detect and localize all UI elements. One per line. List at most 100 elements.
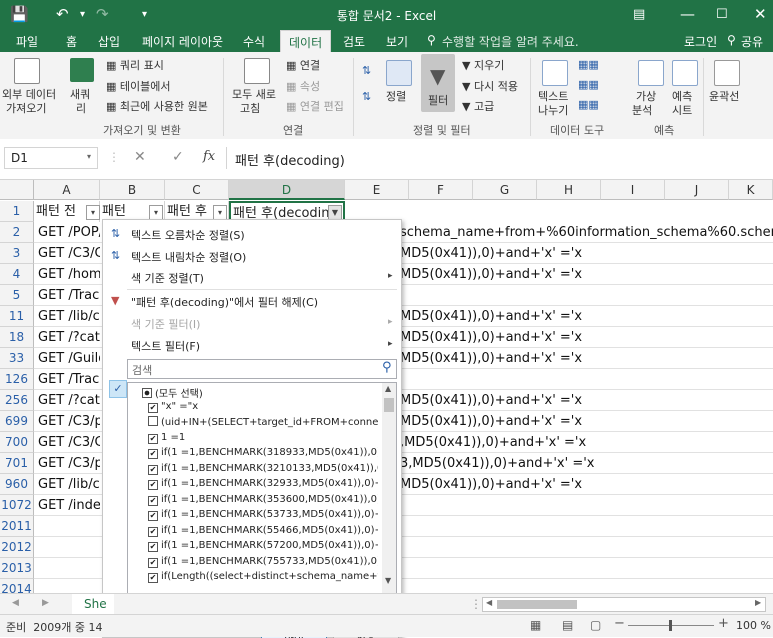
cell-a[interactable]: GET /C3/C [38, 432, 100, 453]
filter-by-color-item[interactable]: 색 기준 필터(I) [131, 316, 200, 332]
column-header-h[interactable]: H [537, 180, 601, 200]
column-header-e[interactable]: E [345, 180, 409, 200]
insert-function-icon[interactable]: fx [203, 149, 215, 164]
checked-box-icon[interactable]: ✔ [148, 557, 158, 568]
cell-overflow-text[interactable]: ,MD5(0x41)),0)+and+'x' ='x [400, 432, 773, 453]
cell-a[interactable]: GET /?cate [38, 327, 100, 348]
cell-overflow-text[interactable] [400, 516, 773, 537]
zoom-in-icon[interactable]: + [718, 616, 729, 631]
filter-value-checkbox[interactable]: ✔ if(1 =1,BENCHMARK(57200,MD5(0x41)),0)+a [148, 540, 378, 555]
maximize-icon[interactable]: ☐ [716, 7, 728, 22]
tab-data[interactable]: 데이터 [280, 30, 332, 52]
unchecked-box-icon[interactable] [148, 416, 158, 426]
cell-a[interactable]: GET /Guild [38, 348, 100, 369]
cell-a[interactable]: GET /home [38, 264, 100, 285]
checked-box-icon[interactable]: ✔ [148, 464, 158, 475]
scroll-up-icon[interactable]: ▲ [385, 384, 391, 393]
cell-a[interactable]: GET /?cate [38, 390, 100, 411]
filter-label[interactable]: 필터 [428, 92, 448, 108]
row-header[interactable]: 700 [0, 432, 34, 453]
row-header[interactable]: 2013 [0, 558, 34, 579]
tell-me-search[interactable]: 수행할 작업을 알려 주세요. [442, 33, 579, 50]
tab-file[interactable]: 파일 [16, 33, 38, 50]
name-box[interactable]: D1 ▾ [4, 147, 98, 169]
enter-icon[interactable]: ✓ [172, 149, 184, 165]
row-header[interactable]: 699 [0, 411, 34, 432]
filter-search-input[interactable]: 검색 ⚲ [127, 359, 397, 379]
scroll-down-icon[interactable]: ▼ [385, 576, 391, 585]
search-icon[interactable]: ⚲ [382, 360, 392, 375]
outline-label[interactable]: 윤곽선 [709, 88, 739, 104]
what-if-label-2[interactable]: 분석 [632, 102, 652, 118]
sheet-scroll-thumb[interactable] [497, 600, 577, 609]
cancel-icon[interactable]: ✕ [134, 149, 146, 165]
tab-view[interactable]: 보기 [386, 33, 408, 50]
close-icon[interactable]: ✕ [754, 5, 767, 23]
cell-overflow-text[interactable] [400, 537, 773, 558]
refresh-all-label-2[interactable]: 고침 [240, 100, 260, 116]
text-to-columns-label-2[interactable]: 나누기 [538, 102, 568, 118]
clear-filter-button[interactable]: ▼ 지우기 [462, 57, 504, 73]
filter-value-checkbox[interactable]: ✔ if(1 =1,BENCHMARK(755733,MD5(0x41)),0)+ [148, 556, 378, 571]
cell-overflow-text[interactable]: 3,MD5(0x41)),0)+and+'x' ='x [400, 453, 773, 474]
row-header[interactable]: 33 [0, 348, 34, 369]
name-box-dropdown-icon[interactable]: ▾ [87, 152, 91, 161]
zoom-slider-thumb[interactable] [669, 620, 672, 631]
sort-descending-item[interactable]: 텍스트 내림차순 정렬(O) [131, 249, 246, 265]
recent-sources-button[interactable]: ▦ 최근에 사용한 원본 [106, 98, 208, 114]
cell-overflow-text[interactable] [400, 495, 773, 516]
page-layout-view-icon[interactable]: ▤ [562, 618, 573, 632]
sort-ascending-item[interactable]: 텍스트 오름차순 정렬(S) [131, 227, 245, 243]
reapply-button[interactable]: ▼ 다시 적용 [462, 78, 518, 94]
filter-dropdown-c-icon[interactable]: ▾ [213, 205, 227, 220]
sort-za-icon[interactable]: ⇅ [362, 90, 371, 103]
formula-input[interactable]: 패턴 후(decoding) [226, 147, 773, 169]
sort-label[interactable]: 정렬 [386, 88, 406, 104]
cell-a[interactable]: GET /C3/C [38, 243, 100, 264]
cell-overflow-text[interactable]: MD5(0x41)),0)+and+'x' ='x [400, 474, 773, 495]
forecast-sheet-label-2[interactable]: 시트 [672, 102, 692, 118]
cell-a[interactable] [38, 516, 100, 537]
cell-a[interactable] [38, 537, 100, 558]
data-validation-icon[interactable]: ▦▦ [578, 98, 599, 111]
row-header[interactable]: 1072 [0, 495, 34, 516]
row-header[interactable]: 4 [0, 264, 34, 285]
sort-by-color-item[interactable]: 색 기준 정렬(T) [131, 270, 204, 286]
checked-box-icon[interactable]: ✔ [148, 495, 158, 506]
filter-values-list[interactable]: (모두 선택) ✔ "x" ="x (uid+IN+(SELECT+target_id… [127, 382, 397, 610]
flash-fill-icon[interactable]: ▦▦ [578, 58, 599, 71]
cell-overflow-text[interactable]: MD5(0x41)),0)+and+'x' ='x [400, 264, 773, 285]
row-header[interactable]: 11 [0, 306, 34, 327]
external-data-icon[interactable] [14, 58, 40, 84]
column-header-i[interactable]: I [601, 180, 665, 200]
row-header[interactable]: 18 [0, 327, 34, 348]
outline-icon[interactable] [714, 60, 740, 86]
page-break-view-icon[interactable]: ▢ [590, 618, 601, 632]
cell-overflow-text[interactable]: MD5(0x41)),0)+and+'x' ='x [400, 306, 773, 327]
filter-active-d-icon[interactable]: ▼ [328, 205, 342, 220]
column-header-c[interactable]: C [165, 180, 229, 200]
zoom-level[interactable]: 100 % [736, 619, 771, 632]
cell-a[interactable]: GET /POP/ [38, 222, 100, 243]
column-header-a[interactable]: A [34, 180, 100, 200]
what-if-icon[interactable] [638, 60, 664, 86]
new-query-label-2[interactable]: 리 [76, 100, 86, 116]
sheet-scroll-right-icon[interactable]: ▶ [755, 598, 761, 607]
prev-sheet-icon[interactable]: ◀ [12, 598, 19, 608]
sort-az-icon[interactable]: ⇅ [362, 64, 371, 77]
cell-overflow-text[interactable] [400, 369, 773, 390]
row-header[interactable]: 2 [0, 222, 34, 243]
filter-value-checkbox[interactable]: ✔ "x" ="x [148, 401, 378, 416]
cell-overflow-text[interactable] [400, 558, 773, 579]
filter-value-checkbox[interactable]: ✔ if(1 =1,BENCHMARK(3210133,MD5(0x41)),0)… [148, 463, 378, 478]
column-header-f[interactable]: F [409, 180, 473, 200]
filter-dropdown-b-icon[interactable]: ▾ [149, 205, 163, 220]
cell-a[interactable]: GET /C3/p [38, 453, 100, 474]
column-header-k[interactable]: K [729, 180, 773, 200]
new-query-icon[interactable] [70, 58, 94, 82]
checked-box-icon[interactable]: ✔ [148, 433, 158, 444]
row-header[interactable]: 960 [0, 474, 34, 495]
row-header[interactable]: 126 [0, 369, 34, 390]
remove-duplicates-icon[interactable]: ▦▦ [578, 78, 599, 91]
checked-box-icon[interactable]: ✔ [148, 480, 158, 490]
